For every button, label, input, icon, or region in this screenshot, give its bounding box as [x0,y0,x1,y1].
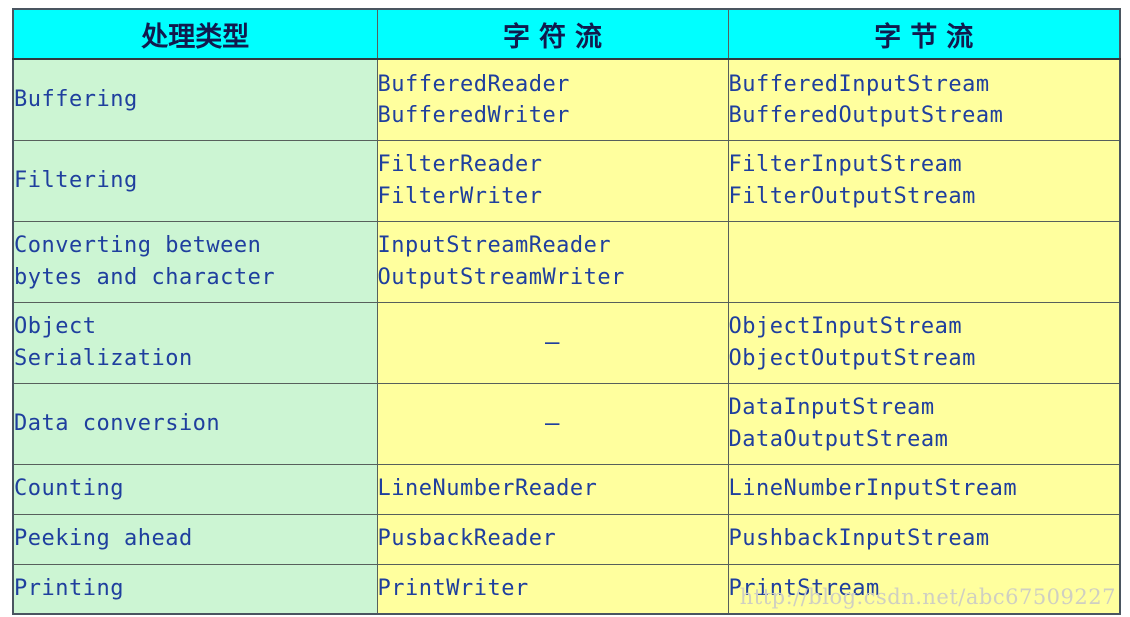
cell-line: DataInputStream [728,395,935,421]
table-row: Printing PrintWriter PrintStream [12,563,1121,615]
table-row: Filtering FilterReader FilterWriter FilterI… [12,139,1121,222]
cell-line: InputStreamReader [377,233,612,259]
cell-line: PushbackInputStream [728,526,990,552]
header-cell-byte-stream: 字节流 [727,8,1121,60]
cell-character-stream: PrintWriter [376,563,729,615]
cell-byte-stream: PushbackInputStream [727,513,1121,565]
cell-character-stream: BufferedReader BufferedWriter [376,58,729,141]
cell-byte-stream: BufferedInputStream BufferedOutputStream [727,58,1121,141]
cell-character-stream: — [376,382,729,465]
cell-line: Object [14,314,97,340]
cell-line: LineNumberInputStream [728,476,1018,502]
table-row: Buffering BufferedReader BufferedWriter Buf… [12,58,1121,141]
cell-byte-stream: LineNumberInputStream [727,463,1121,515]
cell-line: PusbackReader [377,526,557,552]
cell-line: OutputStreamWriter [377,264,625,290]
cell-line: BufferedOutputStream [728,102,1004,128]
cell-character-stream: FilterReader FilterWriter [376,139,729,222]
table-row: Data conversion — DataInputStream DataOutpu… [12,382,1121,465]
header-cell-processing-type: 处理类型 [12,8,378,60]
cell-line: LineNumberReader [377,476,598,502]
cell-processing-type: Data conversion [12,382,378,465]
cell-line: FilterReader [377,152,543,178]
cell-line: Filtering [14,167,138,193]
cell-line: FilterInputStream [728,152,963,178]
table-header: 处理类型 字符流 字节流 [12,8,1121,60]
cell-processing-type: Object Serialization [12,301,378,384]
table-row: Object Serialization — ObjectInputStream Obj… [12,301,1121,384]
cell-line: Data conversion [14,410,221,436]
cell-character-stream: — [376,301,729,384]
cell-line: ObjectInputStream [728,314,963,340]
cell-byte-stream [727,220,1121,303]
cell-character-stream: InputStreamReader OutputStreamWriter [376,220,729,303]
cell-processing-type: Counting [12,463,378,515]
cell-line: bytes and character [14,264,276,290]
cell-line: PrintStream [728,576,880,602]
cell-line: FilterOutputStream [728,183,976,209]
cell-byte-stream: DataInputStream DataOutputStream [727,382,1121,465]
cell-line: FilterWriter [377,183,543,209]
cell-line: Counting [14,476,124,502]
cell-byte-stream: PrintStream [727,563,1121,615]
cell-line: Buffering [14,87,138,113]
cell-line: Printing [14,576,124,602]
cell-line: PrintWriter [377,576,529,602]
cell-byte-stream: ObjectInputStream ObjectOutputStream [727,301,1121,384]
table-body: Buffering BufferedReader BufferedWriter Buf… [12,58,1121,615]
cell-line: — [545,328,560,357]
cell-line: BufferedInputStream [728,71,990,97]
java-io-stream-table: 处理类型 字符流 字节流 Buffering BufferedReader Buff… [12,8,1121,615]
cell-line: Converting between [14,233,262,259]
cell-processing-type: Printing [12,563,378,615]
cell-processing-type: Filtering [12,139,378,222]
header-cell-character-stream: 字符流 [376,8,729,60]
table-stage: 处理类型 字符流 字节流 Buffering BufferedReader Buff… [0,0,1130,617]
table-row: Converting between bytes and character Inp… [12,220,1121,303]
cell-line: BufferedReader [377,71,570,97]
cell-line: DataOutputStream [728,426,949,452]
cell-line: BufferedWriter [377,102,570,128]
table-row: Peeking ahead PusbackReader PushbackInputS… [12,513,1121,565]
cell-line: — [545,409,560,438]
cell-line: Peeking ahead [14,526,193,552]
cell-processing-type: Peeking ahead [12,513,378,565]
cell-processing-type: Converting between bytes and character [12,220,378,303]
table-row: Counting LineNumberReader LineNumberInputS… [12,463,1121,515]
cell-character-stream: LineNumberReader [376,463,729,515]
cell-byte-stream: FilterInputStream FilterOutputStream [727,139,1121,222]
header-row: 处理类型 字符流 字节流 [12,8,1121,60]
cell-line: Serialization [14,345,193,371]
cell-character-stream: PusbackReader [376,513,729,565]
cell-line: ObjectOutputStream [728,345,976,371]
cell-processing-type: Buffering [12,58,378,141]
